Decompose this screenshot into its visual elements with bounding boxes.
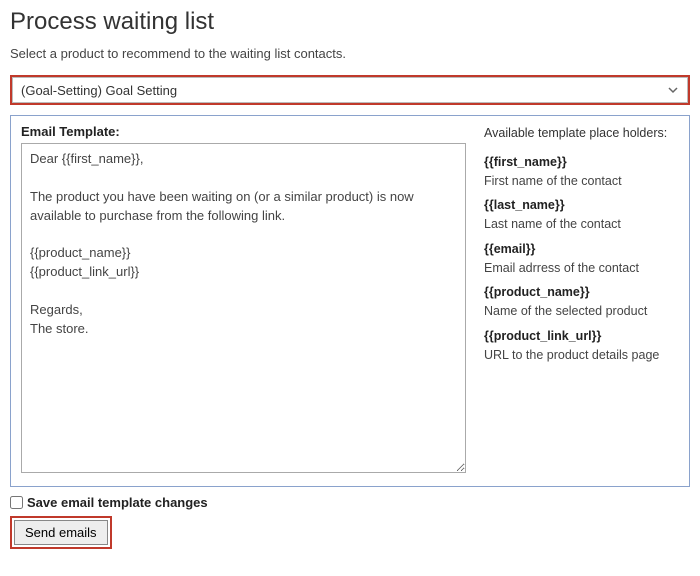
save-template-checkbox-row[interactable]: Save email template changes [10, 495, 690, 510]
placeholder-desc: URL to the product details page [484, 346, 679, 365]
email-template-textarea[interactable] [21, 143, 466, 473]
product-select-highlight: (Goal-Setting) Goal Setting [10, 75, 690, 105]
page-title: Process waiting list [10, 8, 690, 36]
placeholder-item: {{product_link_url}} URL to the product … [484, 327, 679, 365]
send-emails-button[interactable]: Send emails [14, 520, 108, 545]
placeholder-item: {{last_name}} Last name of the contact [484, 196, 679, 234]
email-template-panel: Email Template: Available template place… [10, 115, 690, 487]
save-template-checkbox[interactable] [10, 496, 23, 509]
email-template-label: Email Template: [21, 124, 466, 139]
placeholder-item: {{email}} Email adrress of the contact [484, 240, 679, 278]
send-button-highlight: Send emails [10, 516, 112, 549]
placeholder-token: {{first_name}} [484, 155, 567, 169]
placeholder-token: {{product_name}} [484, 285, 590, 299]
placeholder-token: {{last_name}} [484, 198, 565, 212]
product-select-value: (Goal-Setting) Goal Setting [21, 83, 177, 98]
placeholder-item: {{product_name}} Name of the selected pr… [484, 283, 679, 321]
save-template-label: Save email template changes [27, 495, 208, 510]
placeholder-desc: Name of the selected product [484, 302, 679, 321]
placeholder-desc: Email adrress of the contact [484, 259, 679, 278]
placeholder-desc: First name of the contact [484, 172, 679, 191]
placeholder-token: {{product_link_url}} [484, 329, 601, 343]
chevron-down-icon [667, 84, 679, 96]
placeholder-token: {{email}} [484, 242, 535, 256]
placeholders-help: Available template place holders: {{firs… [484, 124, 679, 476]
product-select[interactable]: (Goal-Setting) Goal Setting [12, 77, 688, 103]
placeholder-item: {{first_name}} First name of the contact [484, 153, 679, 191]
instruction-text: Select a product to recommend to the wai… [10, 46, 690, 61]
placeholders-title: Available template place holders: [484, 124, 679, 143]
placeholder-desc: Last name of the contact [484, 215, 679, 234]
